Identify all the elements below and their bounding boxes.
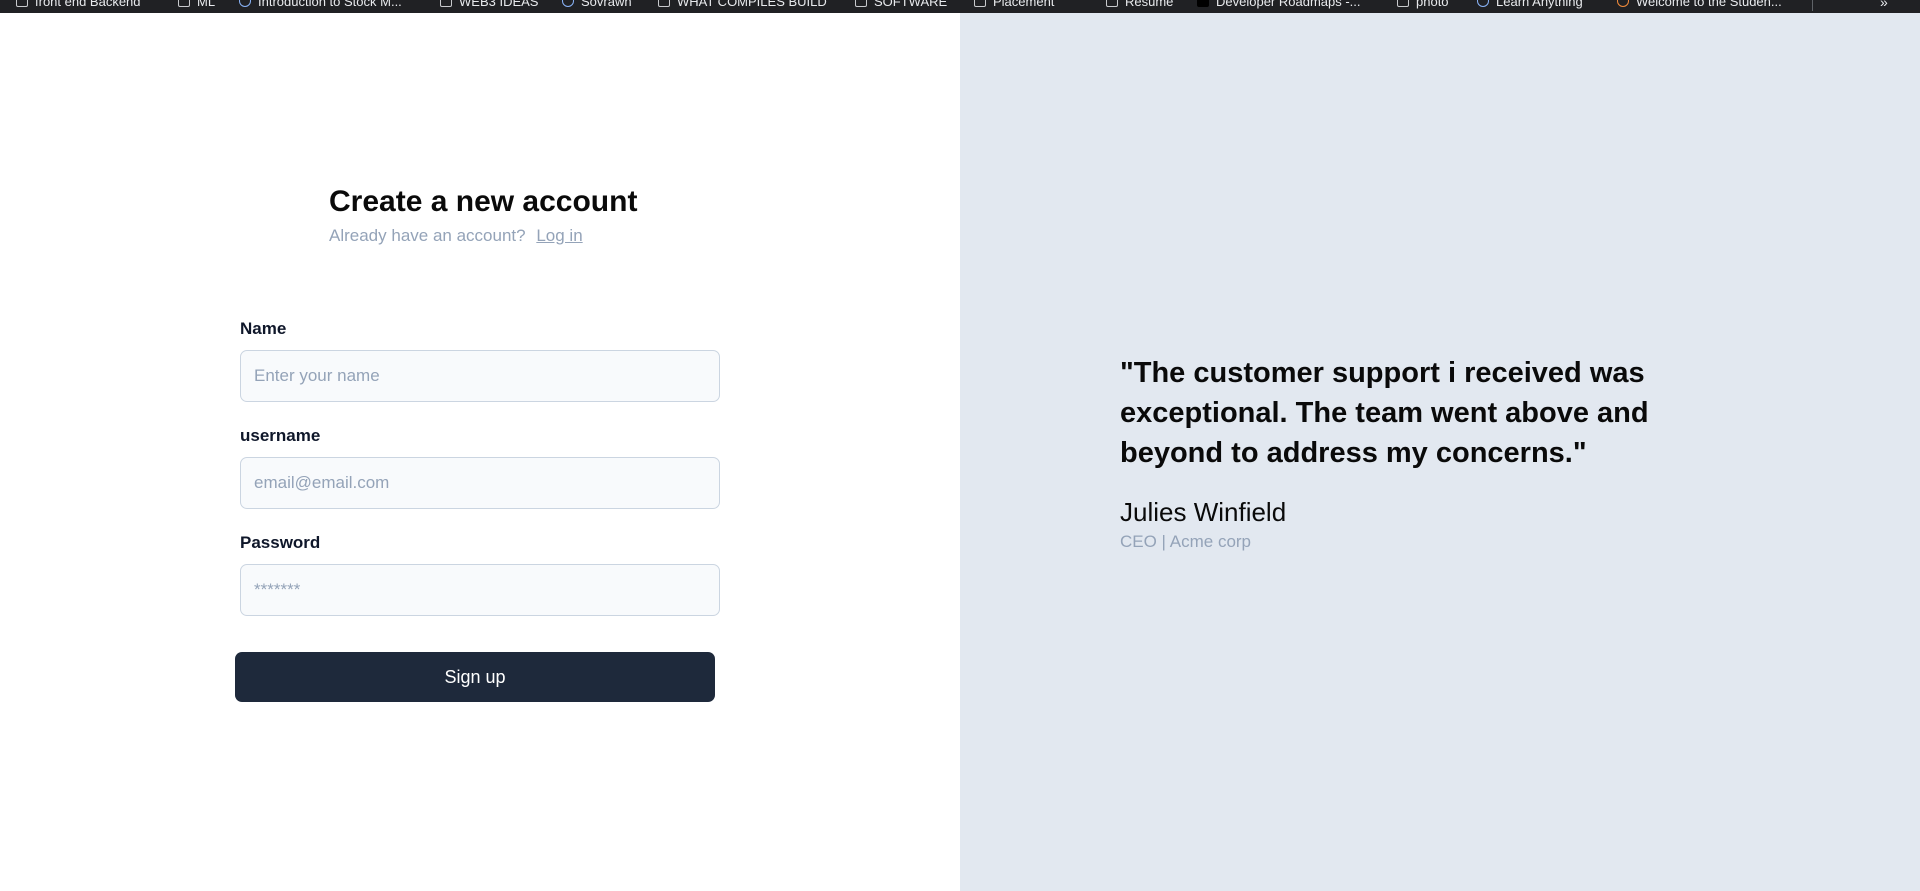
password-label: Password [240,533,321,552]
bookmark-resume[interactable]: Resume [1106,0,1173,9]
folder-icon [178,0,190,7]
bookmark-ml[interactable]: ML [178,0,215,9]
folder-icon [855,0,867,7]
login-link[interactable]: Log in [536,226,582,245]
bookmark-label: Sovrawn [581,0,632,9]
bookmark-label: Placement [993,0,1055,9]
folder-icon [974,0,986,7]
folder-icon [658,0,670,7]
folder-icon [1106,0,1118,7]
site-icon [562,0,574,7]
bookmark-label: ML [197,0,216,9]
bookmark-label: Learn Anything [1496,0,1583,9]
bookmarks-divider [1812,0,1813,11]
testimonial-author-title: CEO | Acme corp [1120,532,1252,551]
bookmark-web3-ideas[interactable]: WEB3 IDEAS [440,0,538,9]
more-bookmarks-chevron-icon[interactable]: » [1880,0,1888,10]
bookmark-label: Welcome to the Studen... [1636,0,1782,9]
name-label: Name [240,319,287,338]
bookmark-software[interactable]: SOFTWARE [855,0,947,9]
bookmark-label: WHAT COMPILES BUILD [677,0,827,9]
username-label: username [240,426,321,445]
testimonial-quote: "The customer support i received was exc… [1120,357,1649,469]
login-prompt: Already have an account? Log in [329,226,583,246]
username-input[interactable] [240,457,720,509]
bookmark-label: WEB3 IDEAS [459,0,539,9]
bookmark-placement[interactable]: Placement [974,0,1054,9]
site-icon [1617,0,1629,7]
bookmark-learn-anything[interactable]: Learn Anything [1477,0,1583,9]
roadmap-icon [1197,0,1209,7]
password-input[interactable] [240,564,720,616]
bookmark-label: photo [1416,0,1449,9]
folder-icon [1397,0,1409,7]
bookmark-label: Resume [1125,0,1174,9]
globe-icon [239,0,251,7]
signup-panel [0,13,960,891]
bookmark-label: Developer Roadmaps -... [1216,0,1361,9]
signup-button[interactable]: Sign up [235,652,715,702]
folder-icon [440,0,452,7]
bookmarks-bar: front end Backend ML Introduction to Sto… [0,0,1920,13]
bookmark-what-compiles[interactable]: WHAT COMPILES BUILD [658,0,827,9]
bookmark-sovrawn[interactable]: Sovrawn [562,0,632,9]
globe-icon [1477,0,1489,7]
bookmark-developer-roadmaps[interactable]: Developer Roadmaps -... [1197,0,1361,9]
bookmark-stock-intro[interactable]: Introduction to Stock M... [239,0,402,9]
login-prompt-text: Already have an account? [329,226,526,245]
page-title: Create a new account [329,185,638,218]
bookmark-front-end-backend[interactable]: front end Backend [16,0,141,9]
bookmark-label: SOFTWARE [874,0,948,9]
bookmark-label: front end Backend [35,0,141,9]
bookmark-label: Introduction to Stock M... [258,0,402,9]
bookmark-photo[interactable]: photo [1397,0,1449,9]
bookmark-welcome-student[interactable]: Welcome to the Studen... [1617,0,1782,9]
folder-icon [16,0,28,7]
testimonial-author: Julies Winfield [1120,497,1287,527]
name-input[interactable] [240,350,720,402]
